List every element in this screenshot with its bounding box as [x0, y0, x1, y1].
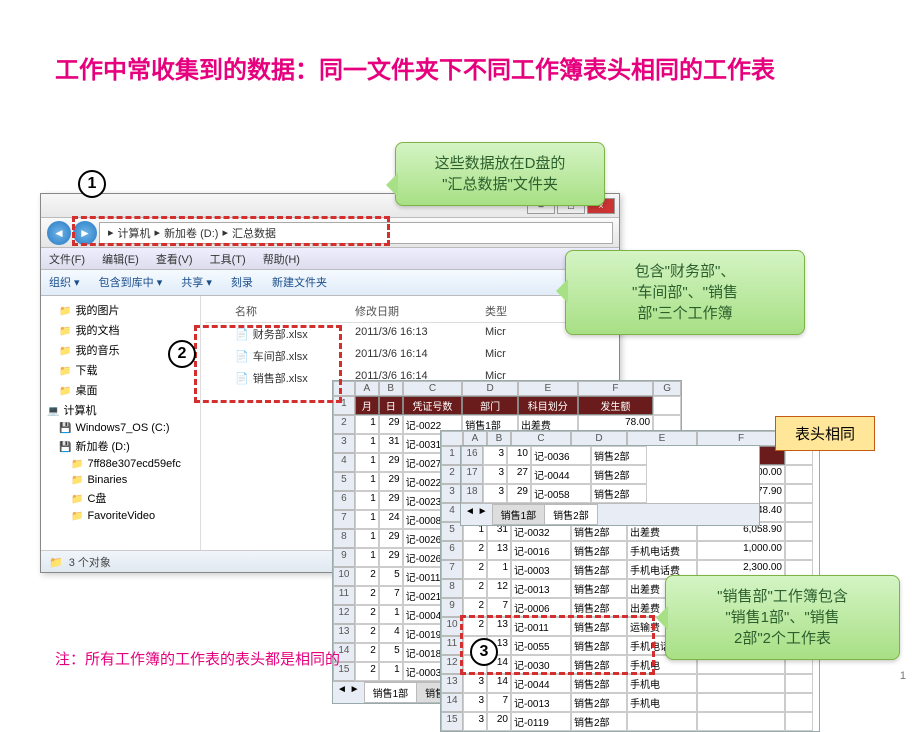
- number-circle-2: 2: [168, 340, 196, 368]
- tree-item[interactable]: Binaries: [45, 472, 196, 488]
- tool-organize[interactable]: 组织 ▾: [49, 277, 80, 289]
- tree-item[interactable]: 我的图片: [45, 300, 196, 320]
- callout-3: "销售部"工作簿包含 "销售1部"、"销售 2部"2个工作表: [665, 575, 900, 660]
- tree-item[interactable]: 7ff88e307ecd59efc: [45, 456, 196, 472]
- tool-include[interactable]: 包含到库中 ▾: [99, 277, 163, 289]
- slide-title: 工作中常收集到的数据：同一文件夹下不同工作簿表头相同的工作表: [55, 55, 855, 86]
- highlight-box-1: [72, 216, 390, 246]
- tree-item[interactable]: 桌面: [45, 380, 196, 400]
- highlight-box-2: [194, 325, 342, 403]
- table-row: 16310记-0036销售2部: [461, 446, 759, 465]
- sheet-tab[interactable]: 销售1部: [364, 682, 418, 703]
- menu-view[interactable]: 查看(V): [156, 254, 193, 266]
- toolbar: 组织 ▾ 包含到库中 ▾ 共享 ▾ 刻录 新建文件夹: [41, 270, 619, 296]
- sheet-tab[interactable]: 销售1部: [492, 504, 546, 525]
- callout-1: 这些数据放在D盘的 "汇总数据"文件夹: [395, 142, 605, 206]
- page-number: 1: [900, 670, 906, 682]
- table-row: 13314记-0044销售2部手机电: [441, 674, 819, 693]
- number-circle-1: 1: [78, 170, 106, 198]
- tree-item[interactable]: 计算机: [45, 400, 196, 420]
- footnote: 注：所有工作簿的工作表的表头都是相同的: [55, 648, 340, 669]
- callout-2: 包含"财务部"、 "车间部"、"销售 部"三个工作簿: [565, 250, 805, 335]
- menu-help[interactable]: 帮助(H): [263, 254, 300, 266]
- callout-yellow: 表头相同: [775, 416, 875, 451]
- file-list-header: 名称修改日期类型: [205, 300, 615, 323]
- tree-item[interactable]: 我的文档: [45, 320, 196, 340]
- menu-bar: 文件(F) 编辑(E) 查看(V) 工具(T) 帮助(H): [41, 248, 619, 270]
- back-button[interactable]: ◄: [47, 221, 71, 245]
- menu-edit[interactable]: 编辑(E): [102, 254, 139, 266]
- tree-item[interactable]: C盘: [45, 488, 196, 508]
- menu-tools[interactable]: 工具(T): [210, 254, 246, 266]
- tool-newfolder[interactable]: 新建文件夹: [272, 277, 327, 289]
- folder-tree[interactable]: 我的图片 我的文档 我的音乐 下载 桌面 计算机 Windows7_OS (C:…: [41, 296, 201, 550]
- tool-share[interactable]: 共享 ▾: [181, 277, 212, 289]
- table-row: 6213记-0016销售2部手机电话费1,000.00: [441, 541, 819, 560]
- tree-item[interactable]: Windows7_OS (C:): [45, 420, 196, 436]
- tree-item[interactable]: FavoriteVideo: [45, 508, 196, 524]
- number-circle-3: 3: [470, 638, 498, 666]
- table-row: 17327记-0044销售2部: [461, 465, 759, 484]
- tool-burn[interactable]: 刻录: [231, 277, 253, 289]
- excel-sheet-3: 16310记-0036销售2部17327记-0044销售2部18329记-005…: [460, 445, 760, 526]
- sheet-tab[interactable]: 销售2部: [544, 504, 598, 525]
- table-row: 1437记-0013销售2部手机电: [441, 693, 819, 712]
- table-row: 18329记-0058销售2部: [461, 484, 759, 503]
- tree-item[interactable]: 新加卷 (D:): [45, 436, 196, 456]
- table-row: 15320记-0119销售2部: [441, 712, 819, 731]
- menu-file[interactable]: 文件(F): [49, 254, 85, 266]
